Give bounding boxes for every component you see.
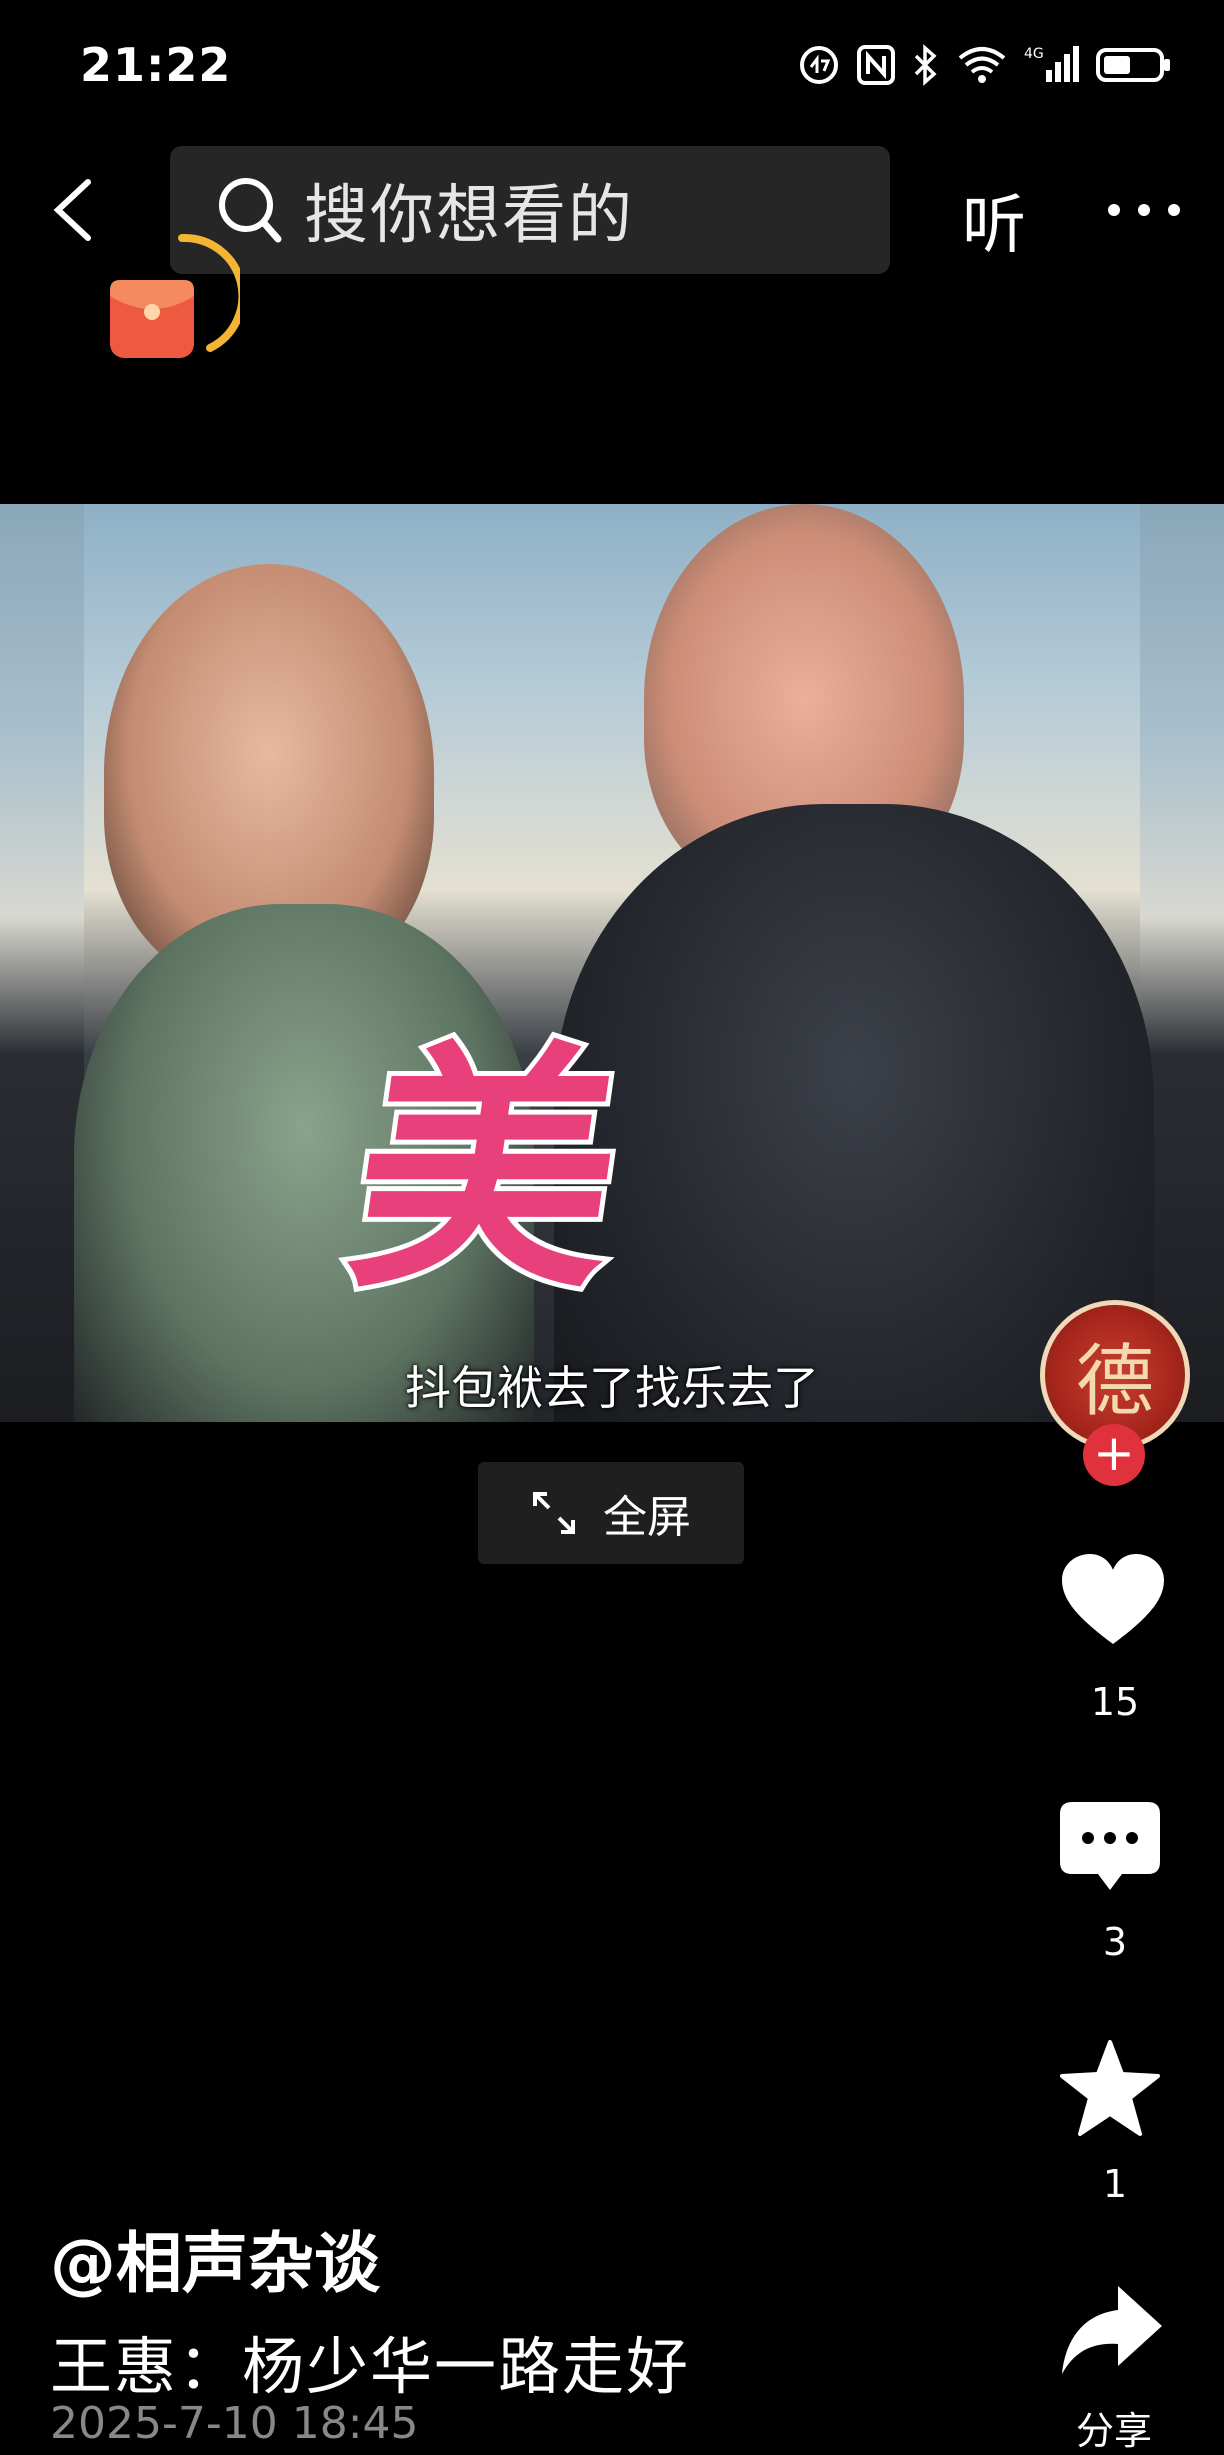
share-label: 分享: [1076, 2409, 1153, 2453]
avatar-emblem: 德: [1075, 1337, 1154, 1427]
listen-button[interactable]: 听: [962, 174, 1026, 266]
svg-text:4G: 4G: [1024, 46, 1044, 62]
post-date: 2025-7-10 18:45: [50, 2398, 419, 2449]
wifi-icon: [958, 47, 1006, 83]
battery-icon: [1096, 48, 1170, 82]
more-icon[interactable]: [1104, 200, 1184, 220]
fullscreen-button[interactable]: 全屏: [478, 1462, 744, 1564]
share-icon[interactable]: [1058, 2282, 1164, 2378]
heart-icon[interactable]: [1058, 1552, 1168, 1652]
author-name[interactable]: @相声杂谈: [50, 2210, 380, 2306]
comment-icon[interactable]: [1058, 1800, 1162, 1896]
comment-count: 3: [1102, 1920, 1128, 1964]
status-time: 21:22: [80, 38, 232, 92]
signal-4g-icon: 4G: [1024, 46, 1079, 82]
post-description: 王惠：杨少华一路走好: [50, 2330, 691, 2403]
search-placeholder: 搜你想看的: [304, 179, 634, 253]
bluetooth-icon: [914, 44, 937, 86]
expand-icon: [533, 1492, 575, 1534]
fullscreen-label: 全屏: [603, 1492, 691, 1543]
like-count: 15: [1090, 1680, 1140, 1724]
star-icon[interactable]: [1058, 2038, 1162, 2138]
follow-button[interactable]: +: [1083, 1424, 1145, 1486]
nfc-icon: [857, 45, 895, 85]
status-icons: 4G: [798, 44, 1172, 86]
red-packet-icon[interactable]: [100, 230, 240, 370]
favorite-count: 1: [1102, 2162, 1128, 2206]
search-bar[interactable]: 搜你想看的: [170, 146, 890, 274]
overlay-character: 美: [330, 1014, 643, 1329]
hd-call-icon: [800, 46, 838, 84]
